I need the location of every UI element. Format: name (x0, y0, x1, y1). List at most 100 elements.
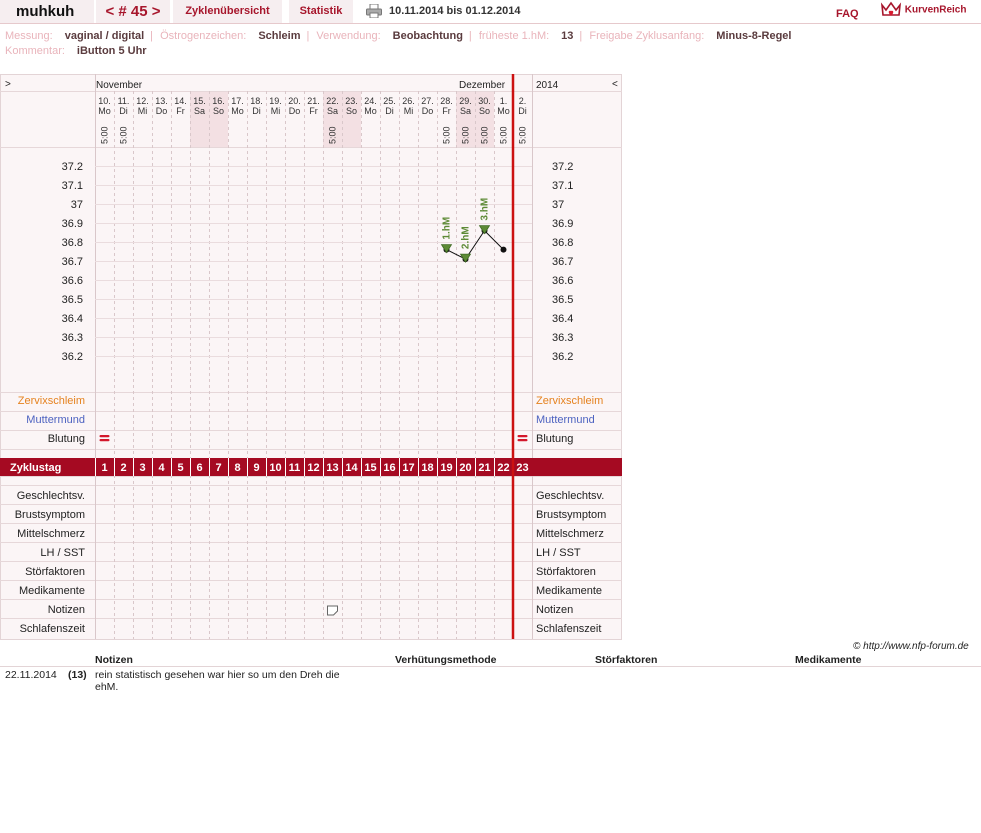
day-weekday: Mi (404, 106, 414, 116)
temperature-point (500, 246, 507, 253)
day-weekday: So (346, 106, 357, 116)
faq-link[interactable]: FAQ (836, 3, 859, 26)
notes-table-header: Notizen Verhütungsmethode Störfaktoren M… (0, 654, 981, 667)
symptom-row-label: LH / SST (40, 547, 85, 559)
day-date: 16. (212, 96, 225, 106)
day-date: 15. (193, 96, 206, 106)
day-date: 25. (383, 96, 396, 106)
y-tick-label: 36.7 (62, 256, 83, 268)
blutung-label-right: Blutung (536, 433, 573, 445)
day-date: 29. (459, 96, 472, 106)
cycle-day-number: 1 (101, 462, 107, 474)
bleeding-mark (517, 435, 528, 438)
username[interactable]: muhkuh (0, 0, 94, 23)
day-date: 23. (345, 96, 358, 106)
verwendung-value: Beobachtung (392, 30, 463, 42)
symptom-row-label: Störfaktoren (25, 566, 85, 578)
symptom-row-label-right: Störfaktoren (536, 566, 596, 578)
y-tick-label: 37 (71, 199, 83, 211)
y-tick-label: 36.3 (62, 332, 83, 344)
measure-time: 5:00 (461, 126, 471, 144)
y-tick-label-right: 36.5 (552, 294, 573, 306)
y-tick-label: 36.9 (62, 218, 83, 230)
cycle-day-number: 12 (307, 462, 319, 474)
month-label: November (96, 80, 143, 91)
day-date: 28. (440, 96, 453, 106)
cycle-selector[interactable]: < # 45 > (96, 0, 170, 23)
y-tick-label-right: 37.1 (552, 180, 573, 192)
day-weekday: Sa (327, 106, 338, 116)
day-weekday: Fr (309, 106, 318, 116)
day-date: 19. (269, 96, 282, 106)
y-tick-label-right: 36.6 (552, 275, 573, 287)
day-weekday: Mi (271, 106, 281, 116)
cycle-day-label: Zyklustag (10, 462, 61, 474)
day-weekday: Mo (98, 106, 111, 116)
day-weekday: Fr (176, 106, 185, 116)
day-weekday: Sa (460, 106, 471, 116)
day-weekday: So (213, 106, 224, 116)
day-weekday: Mo (497, 106, 510, 116)
symptom-row-label: Notizen (48, 604, 85, 616)
y-tick-label-right: 36.4 (552, 313, 573, 325)
day-date: 11. (118, 96, 130, 106)
kurvenreich-logo[interactable]: KurvenReich (880, 1, 966, 21)
cycle-chart: > <November Dezember 201410.Mo5:0011.Di5:00… (0, 74, 622, 640)
higher-measurement-label: 2.hM (461, 226, 472, 249)
day-weekday: Mo (231, 106, 244, 116)
symptom-row-label-right: Notizen (536, 604, 573, 616)
higher-measurement-label: 1.hM (442, 217, 453, 240)
day-weekday: So (479, 106, 490, 116)
cycle-day-number: 14 (345, 462, 358, 474)
muttermund-label-right: Muttermund (536, 414, 595, 426)
note-cycle-day: (13) (68, 669, 87, 681)
disturbances-header: Störfaktoren (595, 654, 658, 666)
cycle-day-number: 23 (516, 462, 528, 474)
note-date: 22.11.2014 (5, 669, 57, 681)
y-tick-label: 36.6 (62, 275, 83, 287)
day-date: 1. (500, 96, 508, 106)
measurement-info: Messung: vaginal / digital | Östrogenzeich… (5, 30, 792, 42)
note-text: rein statistisch gesehen war hier so um … (95, 669, 340, 693)
cycle-day-number: 18 (421, 462, 433, 474)
y-tick-label: 36.4 (62, 313, 83, 325)
higher-measurement-label: 3.hM (480, 198, 491, 221)
tab-statistics[interactable]: Statistik (289, 0, 353, 23)
cycle-day-number: 15 (364, 462, 376, 474)
cycle-day-number: 22 (497, 462, 509, 474)
day-date: 12. (136, 96, 149, 106)
cycle-day-number: 13 (326, 462, 338, 474)
day-weekday: Di (518, 106, 527, 116)
cycle-day-number: 19 (440, 462, 452, 474)
y-tick-label: 36.2 (62, 351, 83, 363)
month-label: Dezember (459, 80, 506, 91)
y-tick-label-right: 36.7 (552, 256, 573, 268)
day-weekday: Fr (442, 106, 451, 116)
kommentar-value: iButton 5 Uhr (76, 45, 147, 57)
nav-left-arrow: > (5, 79, 11, 90)
frueheste-label: früheste 1.hM: (478, 30, 550, 42)
freigabe-label: Freigabe Zyklusanfang: (589, 30, 705, 42)
cycle-day-number: 6 (196, 462, 202, 474)
muttermund-label: Muttermund (26, 414, 85, 426)
symptom-row-label-right: Medikamente (536, 585, 602, 597)
cycle-day-number: 3 (139, 462, 145, 474)
tab-cycle-overview[interactable]: Zyklenübersicht (173, 0, 282, 23)
printer-icon[interactable] (366, 3, 382, 19)
y-tick-label-right: 37.2 (552, 161, 573, 173)
zervixschleim-label: Zervixschleim (18, 395, 85, 407)
logo-text: KurvenReich (904, 4, 967, 16)
measure-time: 5:00 (100, 126, 110, 144)
messung-label: Messung: (5, 30, 53, 42)
crown-heart-icon (880, 1, 902, 16)
y-tick-label: 36.8 (62, 237, 83, 249)
day-date: 22. (326, 96, 339, 106)
day-date: 2. (519, 96, 527, 106)
day-date: 26. (402, 96, 415, 106)
kommentar-label: Kommentar: (5, 45, 65, 57)
y-tick-label: 37.1 (62, 180, 83, 192)
day-date: 10. (98, 96, 111, 106)
cycle-day-number: 10 (269, 462, 281, 474)
frueheste-value: 13 (561, 30, 574, 42)
oestrogen-value: Schleim (258, 30, 301, 42)
